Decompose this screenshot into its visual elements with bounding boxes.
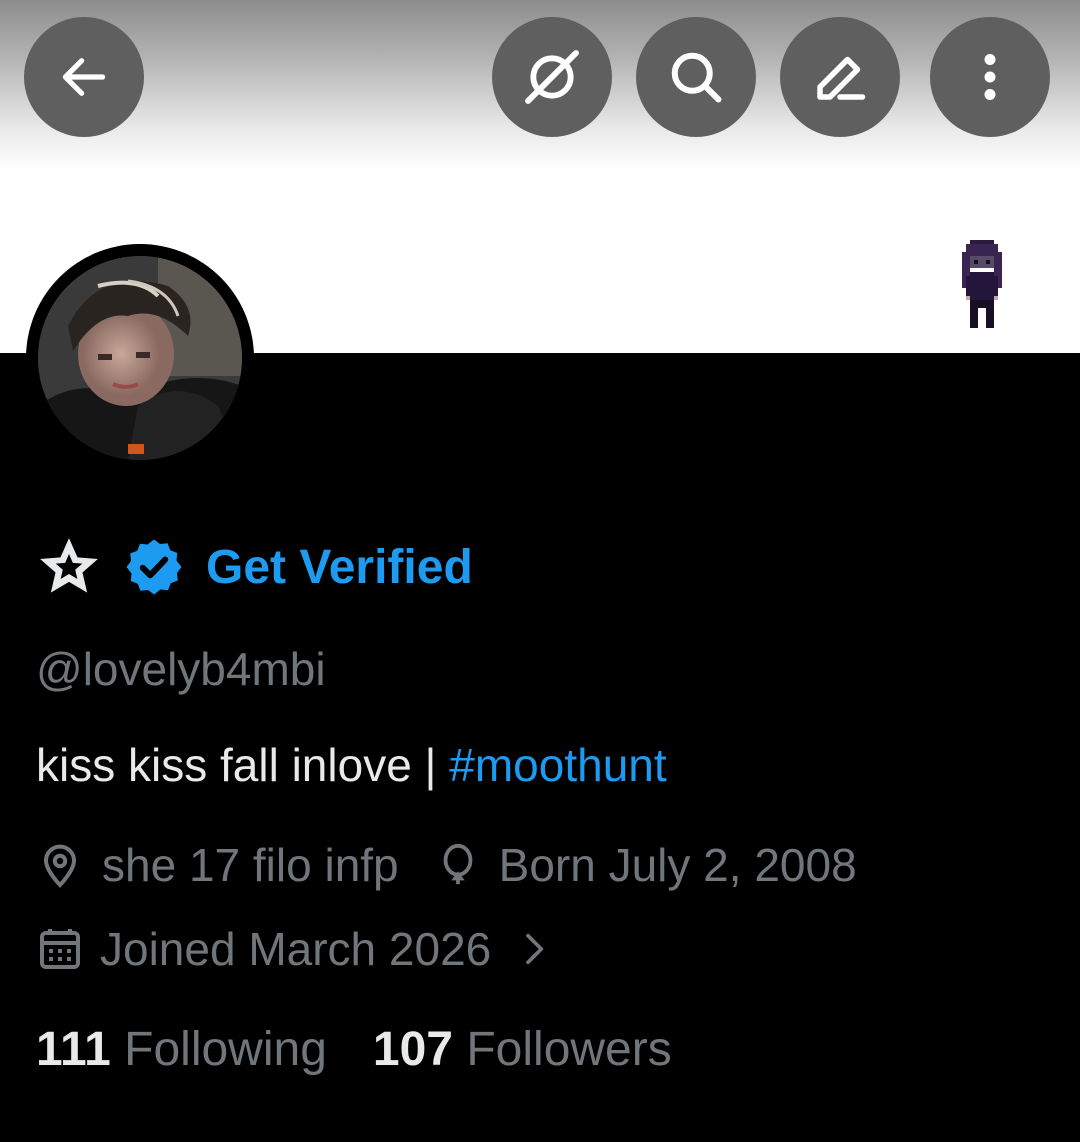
search-icon — [671, 52, 722, 103]
verification-row: Get Verified — [36, 532, 473, 602]
profile-bio: kiss kiss fall inlove | #moothunt — [36, 738, 667, 792]
joined-date-row[interactable]: Joined March 2026 — [36, 922, 553, 976]
follow-counts: 111 Following 107 Followers — [36, 1022, 672, 1077]
pixel-character-sprite — [962, 240, 1002, 328]
edit-icon — [817, 56, 866, 100]
following-count: 111 — [36, 1023, 111, 1076]
grok-button[interactable] — [492, 17, 612, 137]
back-button[interactable] — [24, 17, 144, 137]
calendar-icon — [40, 929, 80, 969]
get-verified-link[interactable]: Get Verified — [206, 540, 473, 595]
more-options-button[interactable] — [930, 17, 1050, 137]
profile-meta-row: she 17 filo infp Born July 2, 2008 — [36, 838, 857, 892]
birthday-text: Born July 2, 2008 — [498, 839, 857, 891]
search-button[interactable] — [636, 17, 756, 137]
balloon-icon — [443, 843, 473, 885]
username-handle: @lovelyb4mbi — [36, 643, 326, 695]
joined-text: Joined March 2026 — [100, 923, 492, 975]
bio-text: kiss kiss fall inlove | — [36, 739, 450, 791]
following-count-link[interactable]: 111 Following — [36, 1022, 327, 1077]
bio-hashtag-link[interactable]: #moothunt — [449, 739, 666, 791]
verified-badge-icon — [126, 539, 182, 595]
followers-count: 107 — [372, 1023, 453, 1076]
grok-icon — [525, 50, 579, 104]
followers-label: Followers — [466, 1023, 672, 1076]
arrow-left-icon — [62, 58, 106, 96]
more-icon — [984, 54, 996, 100]
avatar[interactable] — [38, 256, 242, 460]
star-icon — [40, 538, 98, 593]
avatar-photo — [38, 256, 242, 460]
chevron-right-icon — [526, 933, 544, 965]
edit-button[interactable] — [780, 17, 900, 137]
location-pin-icon — [43, 844, 77, 888]
following-label: Following — [124, 1023, 327, 1076]
followers-count-link[interactable]: 107 Followers — [373, 1022, 672, 1077]
location-text: she 17 filo infp — [102, 839, 399, 891]
